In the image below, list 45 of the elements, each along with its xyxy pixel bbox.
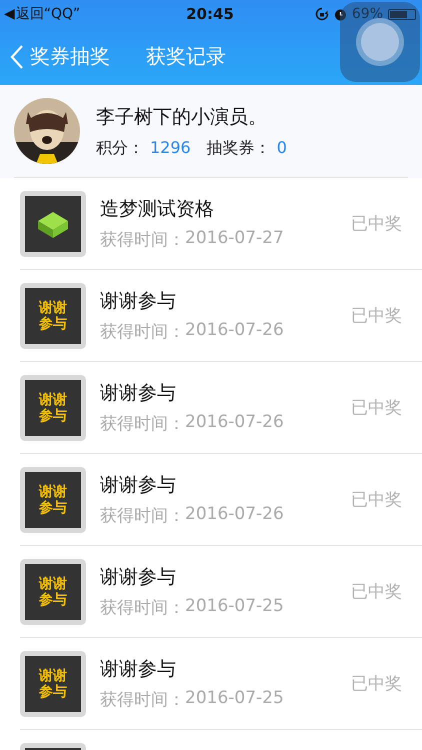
- assistive-touch-button[interactable]: [340, 2, 420, 82]
- battery-percent: 69%: [352, 6, 383, 22]
- prize-date: 2016-07-26: [185, 412, 284, 434]
- prize-title: 谢谢参与: [100, 381, 177, 406]
- prize-date: 2016-07-26: [185, 504, 284, 526]
- prize-label: 谢谢参与: [39, 392, 67, 424]
- prize-date: 2016-07-25: [185, 596, 284, 618]
- prize-status: 已中奖: [351, 489, 402, 511]
- prize-status: 已中奖: [351, 213, 402, 235]
- rotation-lock-icon: [314, 7, 329, 21]
- time-label: 获得时间：: [100, 689, 185, 711]
- prize-status: 已中奖: [351, 581, 402, 603]
- prize-title: 造梦测试资格: [100, 197, 215, 222]
- tickets-value: 0: [276, 138, 287, 158]
- prize-title: 谢谢参与: [100, 473, 177, 498]
- status-time: 20:45: [186, 5, 234, 23]
- prize-title: 谢谢参与: [100, 289, 177, 314]
- prize-label: 谢谢参与: [39, 668, 67, 700]
- back-to-app-link[interactable]: 返回“QQ”: [16, 5, 80, 23]
- tickets-label: 抽奖券：: [206, 138, 271, 158]
- back-arrow-icon[interactable]: ◀: [4, 6, 15, 22]
- time-label: 获得时间：: [100, 229, 185, 251]
- prize-status: 已中奖: [351, 673, 402, 695]
- time-label: 获得时间：: [100, 597, 185, 619]
- prize-date: 2016-07-25: [185, 688, 284, 710]
- prize-label: 谢谢参与: [39, 300, 67, 332]
- user-name: 李子树下的小演员。: [96, 104, 268, 130]
- points-label: 积分：: [96, 138, 144, 158]
- back-chevron-icon[interactable]: [10, 44, 24, 70]
- points-value: 1296: [150, 138, 191, 158]
- prize-title: 谢谢参与: [100, 565, 177, 590]
- prize-label: 谢谢参与: [39, 484, 67, 516]
- prize-status: 已中奖: [351, 305, 402, 327]
- battery-icon: [388, 8, 416, 20]
- prize-title: 谢谢参与: [100, 657, 177, 682]
- time-label: 获得时间：: [100, 413, 185, 435]
- prize-label: 谢谢参与: [39, 576, 67, 608]
- prize-date: 2016-07-26: [185, 320, 284, 342]
- time-label: 获得时间：: [100, 321, 185, 343]
- alarm-icon: [334, 8, 347, 20]
- time-label: 获得时间：: [100, 505, 185, 527]
- page-title: 获奖记录: [146, 43, 226, 70]
- prize-status: 已中奖: [351, 397, 402, 419]
- cube-icon: [36, 209, 70, 239]
- prize-date: 2016-07-27: [185, 228, 284, 250]
